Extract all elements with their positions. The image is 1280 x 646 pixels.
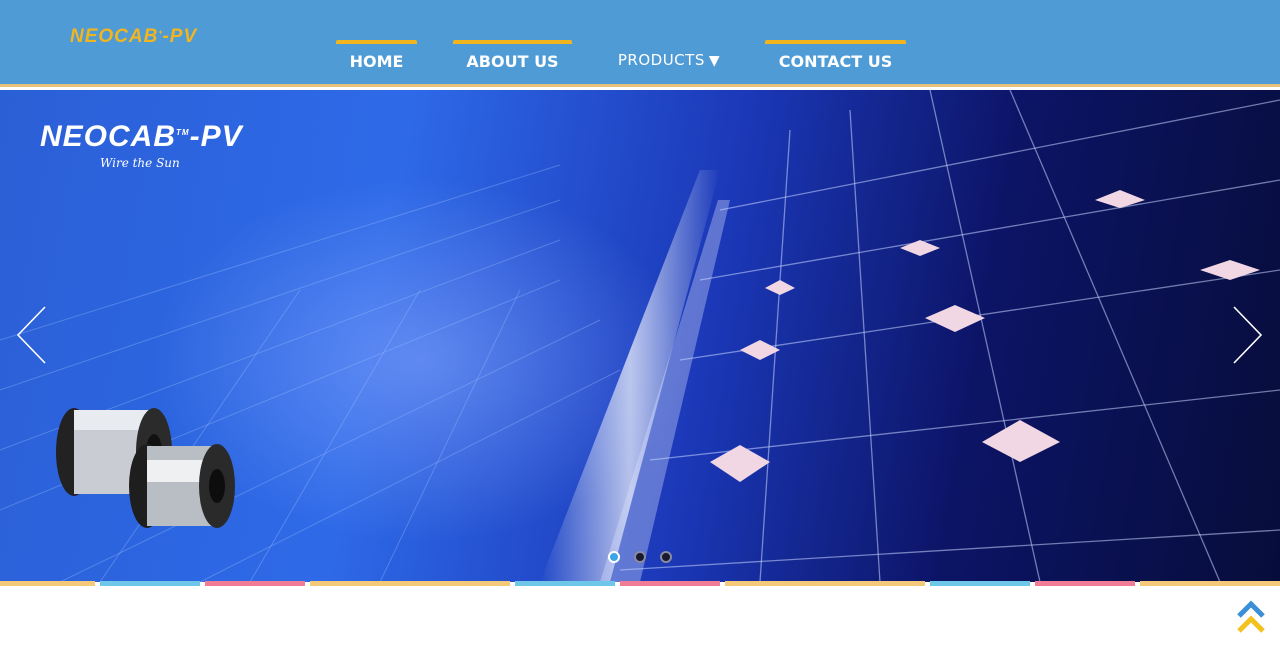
nav-home[interactable]: HOME [336,40,417,72]
nav-home-label: HOME [349,52,404,71]
hero-brand-suffix: -PV [189,120,243,153]
nav-contact-label: CONTACT US [778,52,893,71]
back-to-top-button[interactable] [1236,600,1266,636]
hero-brand-logo: NEOCABTM-PV Wire the Sun [40,120,280,170]
nav-contact[interactable]: CONTACT US [765,40,906,72]
nav-products[interactable]: PRODUCTS ▼ [608,40,730,72]
site-header: NEOCAB+-PV HOME ABOUT US PRODUCTS ▼ CONTA… [0,0,1280,87]
hero-brand-name: NEOCABTM-PV [40,120,280,154]
chevron-right-icon [1233,306,1263,364]
double-chevron-up-icon [1237,600,1265,633]
slider-dot-2[interactable] [634,551,646,563]
caret-down-icon: ▼ [708,53,721,69]
hero-tagline: Wire the Sun [100,156,180,170]
nav-about-label: ABOUT US [466,52,559,71]
chevron-left-icon [16,306,46,364]
nav-products-label: PRODUCTS [617,51,705,69]
slider-next-button[interactable] [1232,305,1264,365]
slider-prev-button[interactable] [15,305,47,365]
wire-spools-image [56,408,235,528]
color-stripe [0,581,1280,586]
slider-dot-3[interactable] [660,551,672,563]
hero-slider: NEOCABTM-PV Wire the Sun [0,90,1280,582]
slider-dot-1[interactable] [608,551,620,563]
main-nav: HOME ABOUT US PRODUCTS ▼ CONTACT US [0,0,1280,87]
hero-brand-tm: TM [176,128,190,137]
nav-about[interactable]: ABOUT US [453,40,572,72]
hero-brand-text: NEOCAB [40,120,177,153]
